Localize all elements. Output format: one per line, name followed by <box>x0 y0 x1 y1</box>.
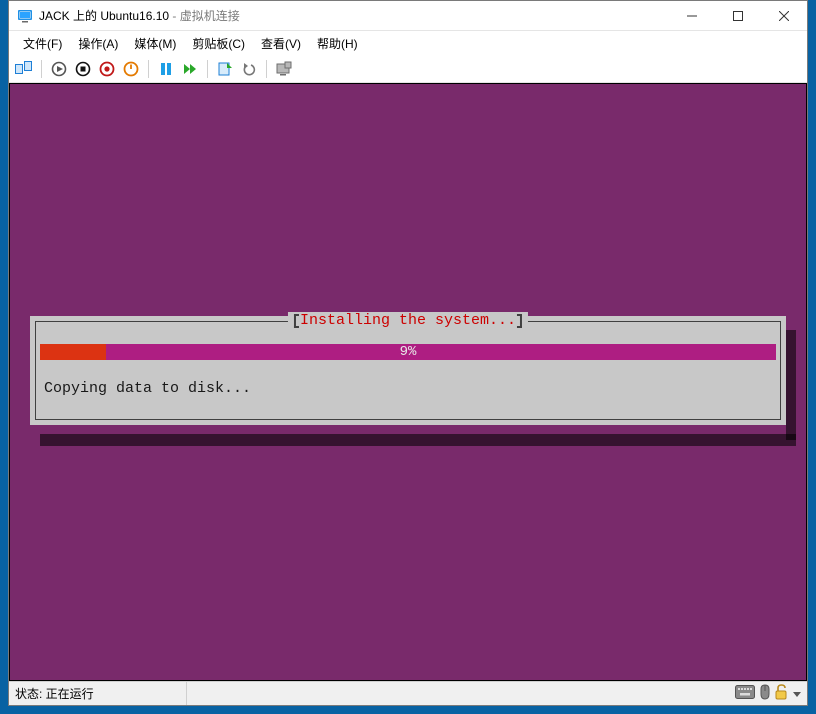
pause-icon[interactable] <box>155 58 177 80</box>
title-bar: JACK 上的 Ubuntu16.10 - 虚拟机连接 <box>9 1 807 31</box>
progress-percent-label: 9% <box>400 344 417 360</box>
menu-media[interactable]: 媒体(M) <box>126 33 184 54</box>
toolbar-separator <box>148 60 149 78</box>
dialog-border <box>35 321 781 420</box>
mouse-icon <box>759 684 771 703</box>
title-primary: JACK 上的 Ubuntu16.10 <box>39 9 169 23</box>
checkpoint-icon[interactable] <box>214 58 236 80</box>
bracket-left-icon <box>294 314 296 328</box>
status-divider <box>186 682 187 705</box>
vm-status-label: 状态: 正在运行 <box>15 685 94 702</box>
status-bar: 状态: 正在运行 <box>9 681 807 705</box>
title-secondary: 虚拟机连接 <box>180 9 240 23</box>
enhanced-session-icon[interactable] <box>273 58 295 80</box>
menu-clipboard[interactable]: 剪贴板(C) <box>184 33 253 54</box>
turnoff-icon[interactable] <box>72 58 94 80</box>
menu-file[interactable]: 文件(F) <box>15 33 70 54</box>
toolbar-separator <box>207 60 208 78</box>
menu-view[interactable]: 查看(V) <box>253 33 309 54</box>
toolbar <box>9 55 807 83</box>
progress-bar: 9% <box>40 344 776 360</box>
revert-icon[interactable] <box>238 58 260 80</box>
keyboard-icon <box>735 685 755 702</box>
title-separator: - <box>169 9 180 23</box>
minimize-button[interactable] <box>669 1 715 30</box>
shutdown-icon[interactable] <box>96 58 118 80</box>
menu-action[interactable]: 操作(A) <box>70 33 126 54</box>
status-icons <box>735 684 801 703</box>
bracket-right-icon <box>520 314 522 328</box>
ctrl-alt-del-icon[interactable] <box>13 58 35 80</box>
menu-bar: 文件(F) 操作(A) 媒体(M) 剪贴板(C) 查看(V) 帮助(H) <box>9 31 807 55</box>
window-controls <box>669 1 807 30</box>
installer-title-text: Installing the system... <box>300 312 516 329</box>
progress-fill <box>40 344 106 360</box>
toolbar-separator <box>41 60 42 78</box>
lock-open-icon <box>775 684 789 703</box>
window-title: JACK 上的 Ubuntu16.10 - 虚拟机连接 <box>39 7 669 24</box>
installer-dialog: Installing the system... 9% Copying data… <box>30 316 786 425</box>
menu-help[interactable]: 帮助(H) <box>309 33 366 54</box>
installer-status-text: Copying data to disk... <box>40 380 776 397</box>
start-icon[interactable] <box>48 58 70 80</box>
maximize-button[interactable] <box>715 1 761 30</box>
toolbar-separator <box>266 60 267 78</box>
chevron-down-icon[interactable] <box>793 687 801 701</box>
reset-icon[interactable] <box>179 58 201 80</box>
vm-monitor-icon <box>17 8 33 24</box>
guest-display[interactable]: Installing the system... 9% Copying data… <box>10 84 806 680</box>
dialog-shadow <box>786 330 796 440</box>
guest-display-frame: Installing the system... 9% Copying data… <box>9 83 807 681</box>
installer-title: Installing the system... <box>288 312 528 329</box>
save-icon[interactable] <box>120 58 142 80</box>
dialog-shadow <box>40 434 796 446</box>
vm-connection-window: JACK 上的 Ubuntu16.10 - 虚拟机连接 文件(F) 操作(A) … <box>8 0 808 706</box>
close-button[interactable] <box>761 1 807 30</box>
